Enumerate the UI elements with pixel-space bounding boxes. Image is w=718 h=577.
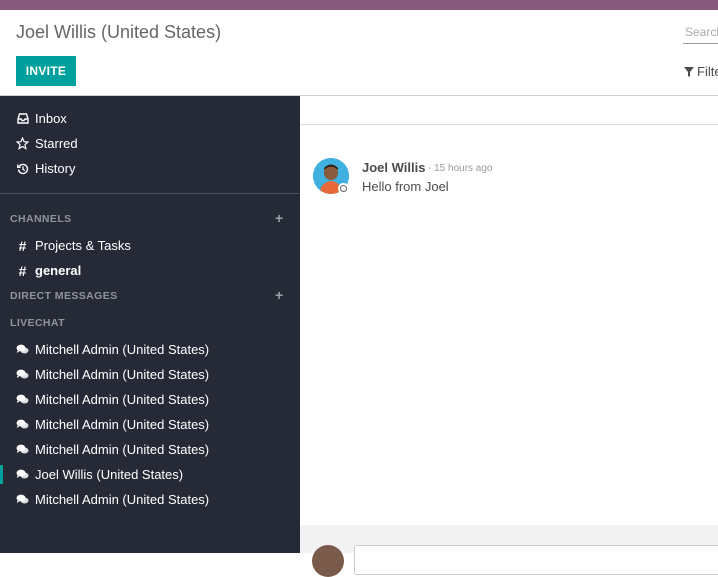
comments-icon	[16, 468, 29, 481]
sidebar-item-starred[interactable]: Starred	[0, 131, 300, 156]
comments-icon	[16, 493, 29, 506]
sidebar-item-livechat[interactable]: Mitchell Admin (United States)	[0, 337, 300, 362]
sidebar-item-label: Mitchell Admin (United States)	[35, 367, 210, 382]
sidebar-item-livechat[interactable]: Mitchell Admin (United States)	[0, 362, 300, 387]
channels-header[interactable]: CHANNELS	[10, 213, 72, 225]
hashtag-icon: #	[18, 262, 27, 279]
comments-icon	[16, 368, 29, 381]
sidebar-item-inbox[interactable]: Inbox	[0, 106, 300, 131]
thread-header-separator	[300, 124, 718, 125]
livechat-header: LIVECHAT	[10, 317, 65, 329]
add-channel-icon[interactable]: +	[275, 210, 283, 226]
inbox-icon	[16, 112, 29, 125]
sidebar-item-label: Starred	[35, 136, 78, 151]
message-author[interactable]: Joel Willis	[362, 160, 425, 175]
filters-button[interactable]: Filters	[684, 64, 718, 79]
sidebar-item-label: Projects & Tasks	[35, 238, 131, 253]
sidebar-item-label: Mitchell Admin (United States)	[35, 392, 210, 407]
invite-button[interactable]: INVITE	[16, 56, 76, 86]
sidebar-item-projects-tasks[interactable]: # Projects & Tasks	[0, 233, 300, 258]
sidebar-item-label: Mitchell Admin (United States)	[35, 342, 210, 357]
direct-messages-header[interactable]: DIRECT MESSAGES	[10, 290, 118, 302]
hashtag-icon: #	[18, 237, 27, 254]
page-title: Joel Willis (United States)	[16, 22, 222, 42]
sidebar-item-label: Mitchell Admin (United States)	[35, 492, 210, 507]
comments-icon	[16, 343, 29, 356]
sidebar-item-label: Joel Willis (United States)	[35, 467, 184, 482]
comments-icon	[16, 418, 29, 431]
sidebar-item-label: general	[35, 263, 82, 278]
sidebar-item-livechat[interactable]: Mitchell Admin (United States)	[0, 487, 300, 512]
discuss-sidebar: Inbox Starred History CHANNELS + # Proje…	[0, 96, 300, 553]
sidebar-item-label: Inbox	[35, 111, 67, 126]
search-input[interactable]: Search	[683, 22, 718, 44]
top-brand-bar	[0, 0, 718, 10]
control-panel: Joel Willis (United States) INVITE Searc…	[0, 10, 718, 96]
composer-input[interactable]	[354, 545, 718, 575]
sidebar-item-label: Mitchell Admin (United States)	[35, 442, 210, 457]
sidebar-item-livechat[interactable]: Mitchell Admin (United States)	[0, 437, 300, 462]
sidebar-item-livechat[interactable]: Mitchell Admin (United States)	[0, 412, 300, 437]
sidebar-item-label: Mitchell Admin (United States)	[35, 417, 210, 432]
comments-icon	[16, 393, 29, 406]
thread-panel: Joel Willis - 15 hours ago Hello from Jo…	[300, 96, 718, 577]
composer-avatar	[312, 545, 344, 577]
composer-area	[300, 525, 718, 577]
message-body: Hello from Joel	[362, 179, 449, 194]
filter-icon	[684, 66, 694, 77]
filters-label: Filters	[697, 64, 718, 79]
sidebar-divider	[0, 193, 300, 194]
comments-icon	[16, 443, 29, 456]
star-icon	[16, 137, 29, 150]
presence-status-icon	[338, 183, 349, 194]
sidebar-item-label: History	[35, 161, 76, 176]
sidebar-item-history[interactable]: History	[0, 156, 300, 181]
sidebar-item-livechat[interactable]: Mitchell Admin (United States)	[0, 387, 300, 412]
history-icon	[16, 162, 29, 175]
add-direct-message-icon[interactable]: +	[275, 287, 283, 303]
message-date: - 15 hours ago	[428, 163, 493, 174]
sidebar-item-livechat-active[interactable]: Joel Willis (United States)	[0, 462, 300, 487]
sidebar-item-general[interactable]: # general	[0, 258, 300, 283]
